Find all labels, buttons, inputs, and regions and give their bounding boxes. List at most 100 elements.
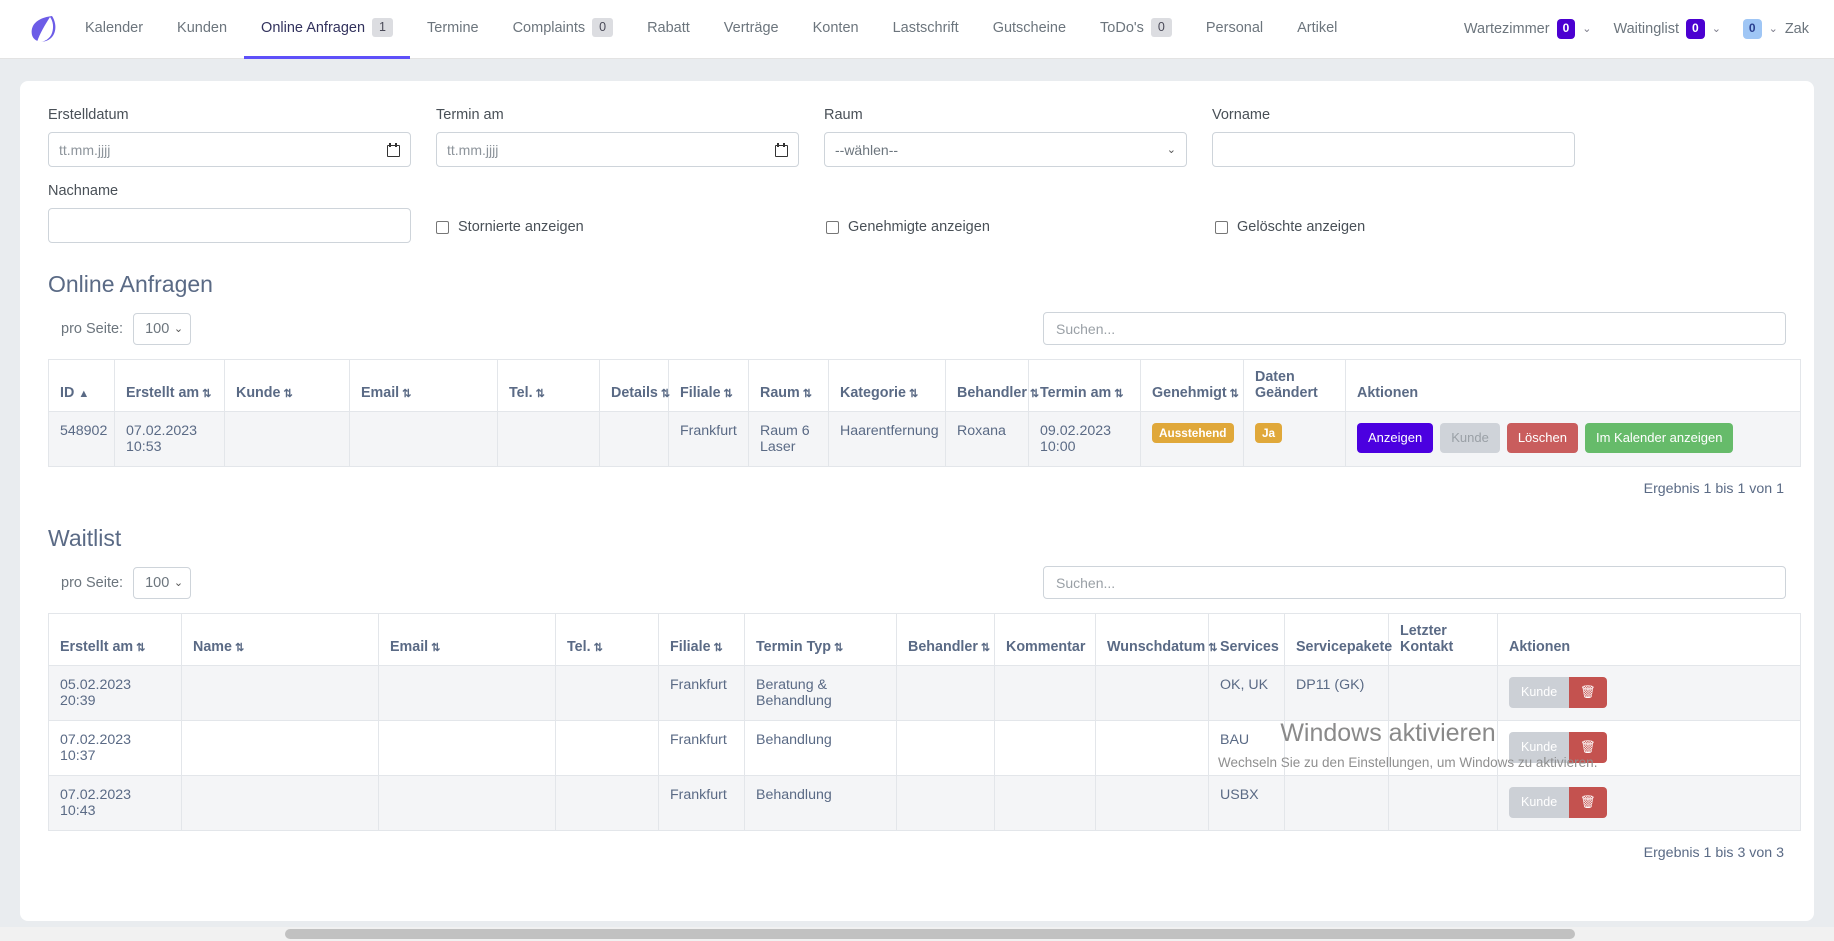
cell-services: USBX: [1208, 775, 1285, 831]
col-label: Details: [611, 385, 658, 401]
nav-item-todos[interactable]: ToDo's 0: [1083, 0, 1189, 59]
col-behandler[interactable]: Behandler ⇅: [896, 613, 995, 666]
col-email[interactable]: Email ⇅: [349, 359, 498, 412]
nav-waitinglist-dropdown[interactable]: Waitinglist 0 ⌄: [1602, 19, 1731, 39]
nav-item-complaints[interactable]: Complaints 0: [496, 0, 630, 59]
col-details[interactable]: Details ⇅: [599, 359, 670, 412]
col-kunde[interactable]: Kunde ⇅: [224, 359, 350, 412]
sort-both-icon: ⇅: [1208, 642, 1217, 654]
nav-zak-dropdown[interactable]: 0 ⌄ Zak: [1732, 19, 1820, 39]
nav-item-termine[interactable]: Termine: [410, 0, 496, 59]
perpage-label: pro Seite:: [61, 574, 124, 591]
col-raum[interactable]: Raum ⇅: [748, 359, 829, 412]
nav-item-kalender[interactable]: Kalender: [68, 0, 160, 59]
nav-label: Konten: [812, 19, 859, 36]
online-anfragen-search-input[interactable]: Suchen...: [1043, 312, 1786, 345]
col-tel[interactable]: Tel. ⇅: [497, 359, 600, 412]
cell-wunschdatum: [1095, 775, 1209, 831]
col-wunschdatum[interactable]: Wunschdatum ⇅: [1095, 613, 1217, 666]
trash-icon[interactable]: 🗑: [1569, 787, 1608, 818]
nav-badge-complaints: 0: [592, 18, 614, 37]
online-anfragen-perpage-select[interactable]: 100 ⌄: [133, 312, 192, 345]
calendar-icon[interactable]: [387, 142, 400, 157]
erstelldatum-input[interactable]: tt.mm.jjjj: [48, 132, 411, 167]
cell-filiale: Frankfurt: [658, 665, 745, 721]
nav-item-personal[interactable]: Personal: [1189, 0, 1280, 59]
col-filiale[interactable]: Filiale ⇅: [658, 613, 745, 666]
checkbox-genehmigte[interactable]: Genehmigte anzeigen: [826, 219, 1215, 235]
table-row[interactable]: 548902 07.02.2023 10:53 Frankfurt Raum 6…: [48, 411, 1801, 467]
kunde-button[interactable]: Kunde: [1509, 677, 1570, 708]
online-anfragen-table: ID ▲ Erstellt am ⇅ Kunde ⇅ Email ⇅ Tel. ⇅ Det…: [48, 359, 1801, 467]
col-filiale[interactable]: Filiale ⇅: [668, 359, 749, 412]
nav-item-gutscheine[interactable]: Gutscheine: [976, 0, 1083, 59]
table-row[interactable]: 07.02.2023 10:37 Frankfurt Behandlung BA…: [48, 720, 1801, 776]
cell-kommentar: [994, 775, 1096, 831]
col-email[interactable]: Email ⇅: [378, 613, 556, 666]
nav-wartezimmer-dropdown[interactable]: Wartezimmer 0 ⌄: [1453, 19, 1603, 39]
vorname-input[interactable]: [1212, 132, 1575, 167]
table-row[interactable]: 05.02.2023 20:39 Frankfurt Beratung & Be…: [48, 665, 1801, 721]
col-label: Name: [193, 639, 232, 655]
checkbox-stornierte[interactable]: Stornierte anzeigen: [436, 219, 826, 235]
waitlist-perpage: pro Seite: 100 ⌄: [61, 566, 192, 599]
col-termin-am[interactable]: Termin am ⇅: [1028, 359, 1141, 412]
raum-select[interactable]: --wählen-- ⌄: [824, 132, 1187, 167]
im-kalender-anzeigen-button[interactable]: Im Kalender anzeigen: [1584, 423, 1734, 454]
nav-item-vertraege[interactable]: Verträge: [707, 0, 796, 59]
brand-logo[interactable]: [18, 8, 68, 50]
loeschen-button[interactable]: Löschen: [1506, 423, 1578, 454]
checkbox-geloeschte[interactable]: Gelöschte anzeigen: [1215, 219, 1365, 235]
col-id[interactable]: ID ▲: [48, 359, 115, 412]
checkbox-box[interactable]: [436, 220, 449, 234]
kunde-button[interactable]: Kunde: [1509, 732, 1570, 763]
col-behandler[interactable]: Behandler ⇅: [945, 359, 1039, 412]
nav-item-rabatt[interactable]: Rabatt: [630, 0, 707, 59]
sort-both-icon: ⇅: [660, 388, 670, 400]
waitlist-title: Waitlist: [48, 525, 122, 551]
leaf-logo-icon: [31, 16, 56, 43]
col-name[interactable]: Name ⇅: [181, 613, 379, 666]
online-anfragen-perpage: pro Seite: 100 ⌄: [61, 312, 192, 345]
scrollbar-thumb[interactable]: [285, 929, 1575, 939]
col-kategorie[interactable]: Kategorie ⇅: [828, 359, 946, 412]
waitlist-perpage-select[interactable]: 100 ⌄: [133, 566, 192, 599]
kunde-button[interactable]: Kunde: [1440, 423, 1500, 454]
col-label: Erstellt am: [60, 639, 134, 655]
col-label: Termin am: [1040, 385, 1112, 401]
table-row[interactable]: 07.02.2023 10:43 Frankfurt Behandlung US…: [48, 775, 1801, 831]
cell-details: [599, 411, 669, 467]
anzeigen-button[interactable]: Anzeigen: [1357, 423, 1434, 454]
sort-both-icon: ⇅: [283, 388, 292, 400]
nav-item-artikel[interactable]: Artikel: [1280, 0, 1354, 59]
waitlist-search-input[interactable]: Suchen...: [1043, 566, 1786, 599]
kunde-button[interactable]: Kunde: [1509, 787, 1570, 818]
termin-am-input[interactable]: tt.mm.jjjj: [436, 132, 799, 167]
online-anfragen-result-text: Ergebnis 1 bis 1 von 1: [1643, 481, 1784, 497]
nav-waitinglist-badge: 0: [1686, 19, 1705, 39]
horizontal-scrollbar[interactable]: [0, 927, 1834, 941]
cell-aktionen: Kunde 🗑: [1497, 775, 1801, 831]
nachname-input[interactable]: [48, 208, 411, 243]
col-erstellt-am[interactable]: Erstellt am ⇅: [114, 359, 225, 412]
col-termin-typ[interactable]: Termin Typ ⇅: [744, 613, 897, 666]
col-tel[interactable]: Tel. ⇅: [555, 613, 659, 666]
col-genehmigt[interactable]: Genehmigt ⇅: [1140, 359, 1244, 412]
calendar-icon[interactable]: [775, 142, 788, 157]
checkbox-box[interactable]: [826, 220, 839, 234]
sort-both-icon: ⇅: [234, 642, 244, 654]
cell-erstellt-am: 07.02.2023 10:37: [48, 720, 182, 776]
checkbox-genehmigte-label: Genehmigte anzeigen: [848, 219, 990, 235]
col-erstellt-am[interactable]: Erstellt am ⇅: [48, 613, 182, 666]
cell-termin-typ: Beratung & Behandlung: [744, 665, 897, 721]
nav-item-kunden[interactable]: Kunden: [160, 0, 244, 59]
cell-aktionen: Anzeigen Kunde Löschen Im Kalender anzei…: [1345, 411, 1801, 467]
checkbox-box[interactable]: [1215, 220, 1228, 234]
perpage-label: pro Seite:: [61, 320, 124, 337]
nav-item-online-anfragen[interactable]: Online Anfragen 1: [244, 0, 410, 59]
nav-item-lastschrift[interactable]: Lastschrift: [876, 0, 976, 59]
chevron-down-icon: ⌄: [173, 323, 184, 335]
trash-icon[interactable]: 🗑: [1569, 732, 1608, 763]
nav-item-konten[interactable]: Konten: [796, 0, 876, 59]
trash-icon[interactable]: 🗑: [1569, 677, 1608, 708]
